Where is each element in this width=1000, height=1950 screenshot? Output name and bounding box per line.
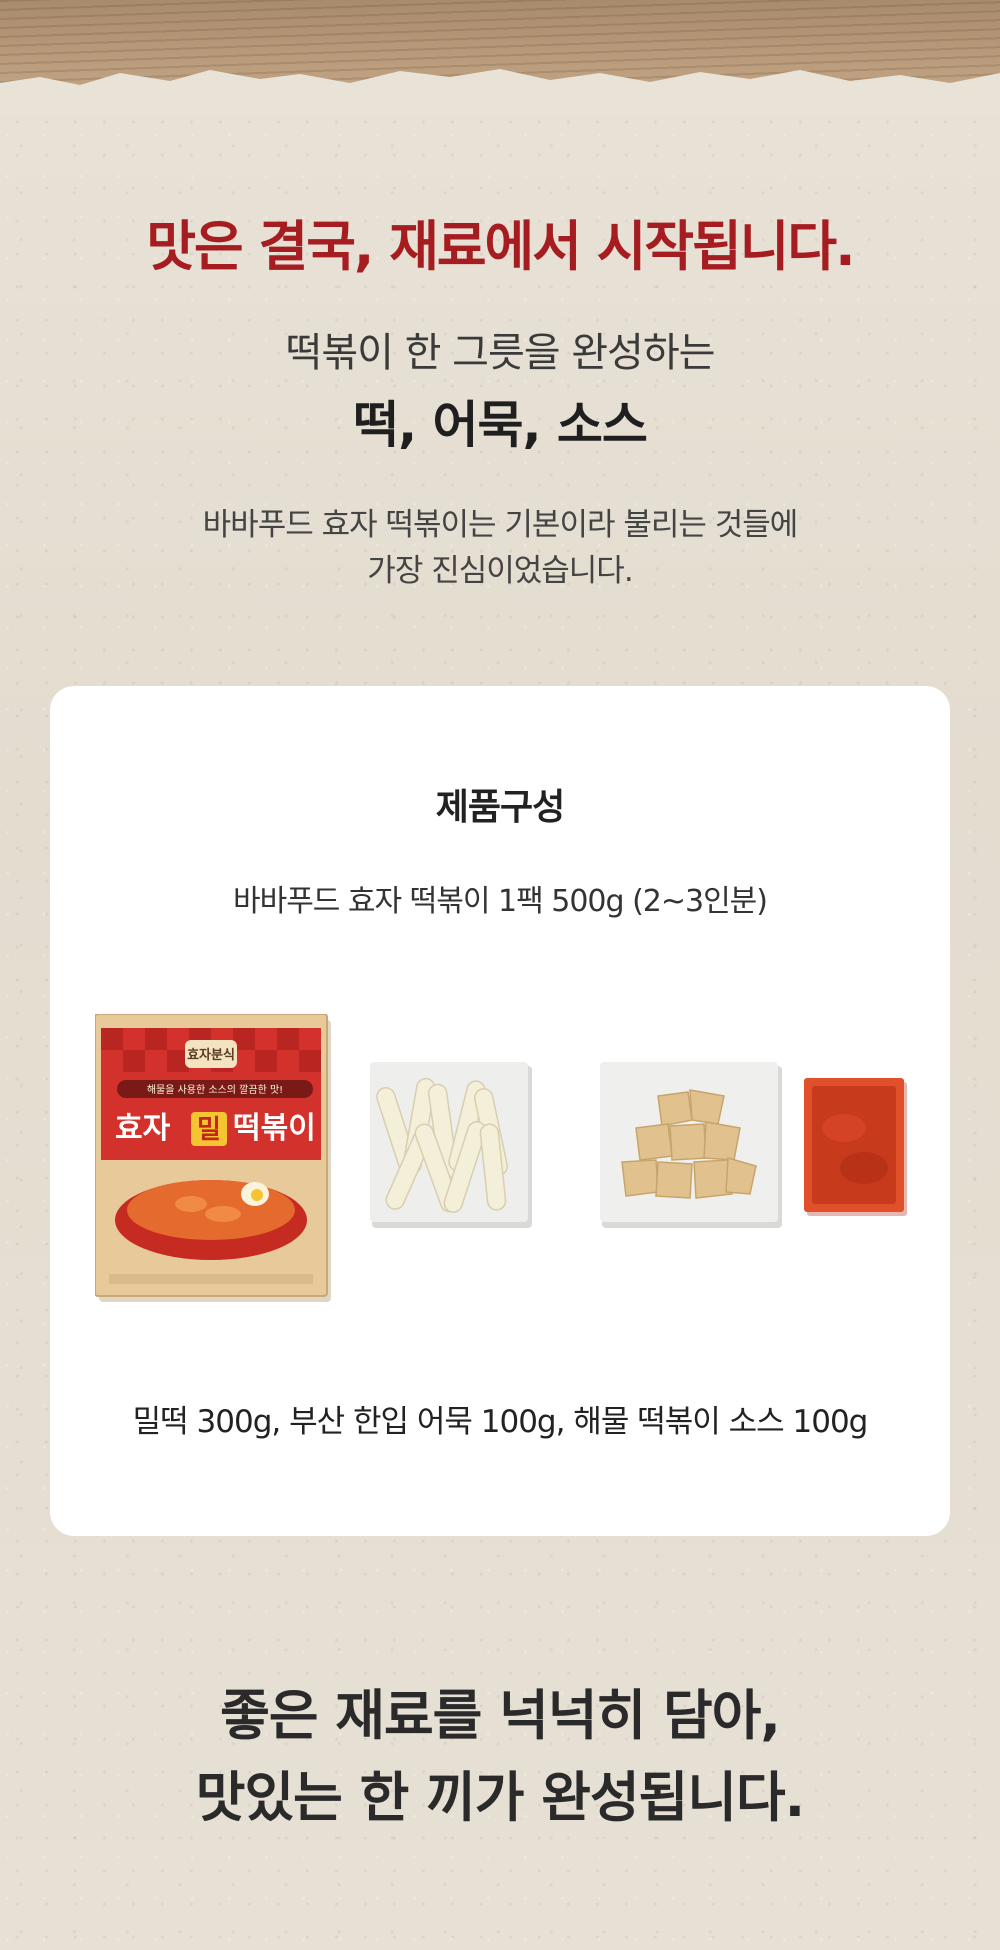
- torn-paper-edge: [0, 69, 1000, 115]
- package-tagline: 해물을 사용한 소스의 깔끔한 맛!: [147, 1083, 283, 1096]
- description-line: 가장 진심이었습니다.: [367, 553, 633, 589]
- package-name-part1: 효자: [115, 1111, 171, 1146]
- composition-subtitle: 바바푸드 효자 떡볶이 1팩 500g (2~3인분): [233, 884, 768, 919]
- closing-line: 좋은 재료를 넉넉히 담아,: [220, 1684, 781, 1747]
- composition-title: 제품구성: [435, 787, 565, 828]
- description: 바바푸드 효자 떡볶이는 기본이라 불리는 것들에 가장 진심이었습니다.: [0, 502, 1000, 594]
- package-name-highlight: 밀: [197, 1115, 221, 1145]
- intro-emphasis: 떡, 어묵, 소스: [353, 396, 648, 454]
- fish-cake-image: [600, 1062, 782, 1228]
- composition-items-caption: 밀떡 300g, 부산 한입 어묵 100g, 해물 떡볶이 소스 100g: [132, 1404, 869, 1440]
- package-brand: 효자분식: [187, 1047, 235, 1063]
- description-line: 바바푸드 효자 떡볶이는 기본이라 불리는 것들에: [202, 507, 799, 543]
- composition-card: 제품구성 바바푸드 효자 떡볶이 1팩 500g (2~3인분) 효자분식 해물…: [50, 686, 950, 1536]
- page-headline: 맛은 결국, 재료에서 시작됩니다.: [146, 215, 855, 278]
- closing-line: 맛있는 한 끼가 완성됩니다.: [195, 1766, 805, 1829]
- package-name-part2: 떡볶이: [233, 1111, 316, 1146]
- intro-line: 떡볶이 한 그릇을 완성하는: [285, 330, 716, 376]
- sauce-pack-image: [804, 1078, 907, 1216]
- package-image: 효자분식 해물을 사용한 소스의 깔끔한 맛! 효자 밀 떡볶이: [95, 1014, 331, 1302]
- closing-message: 좋은 재료를 넉넉히 담아, 맛있는 한 끼가 완성됩니다.: [0, 1675, 1000, 1839]
- rice-cake-image: [370, 1062, 532, 1228]
